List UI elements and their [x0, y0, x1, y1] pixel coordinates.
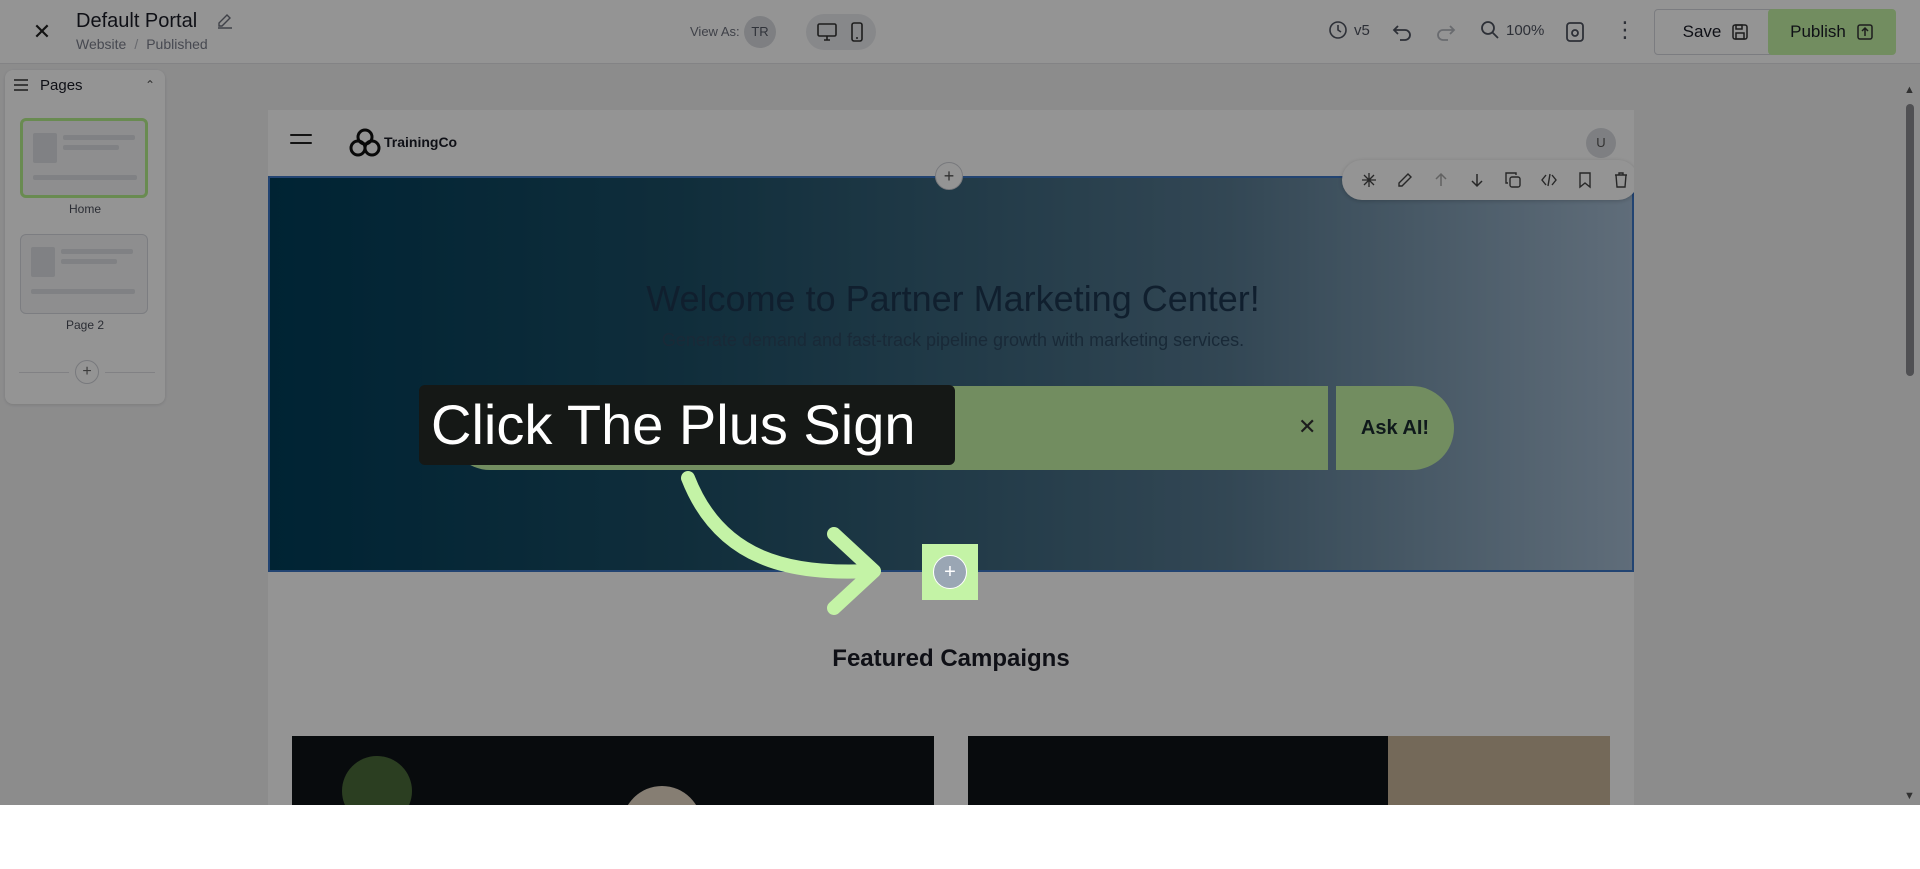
tutorial-arrow-icon — [681, 471, 881, 615]
